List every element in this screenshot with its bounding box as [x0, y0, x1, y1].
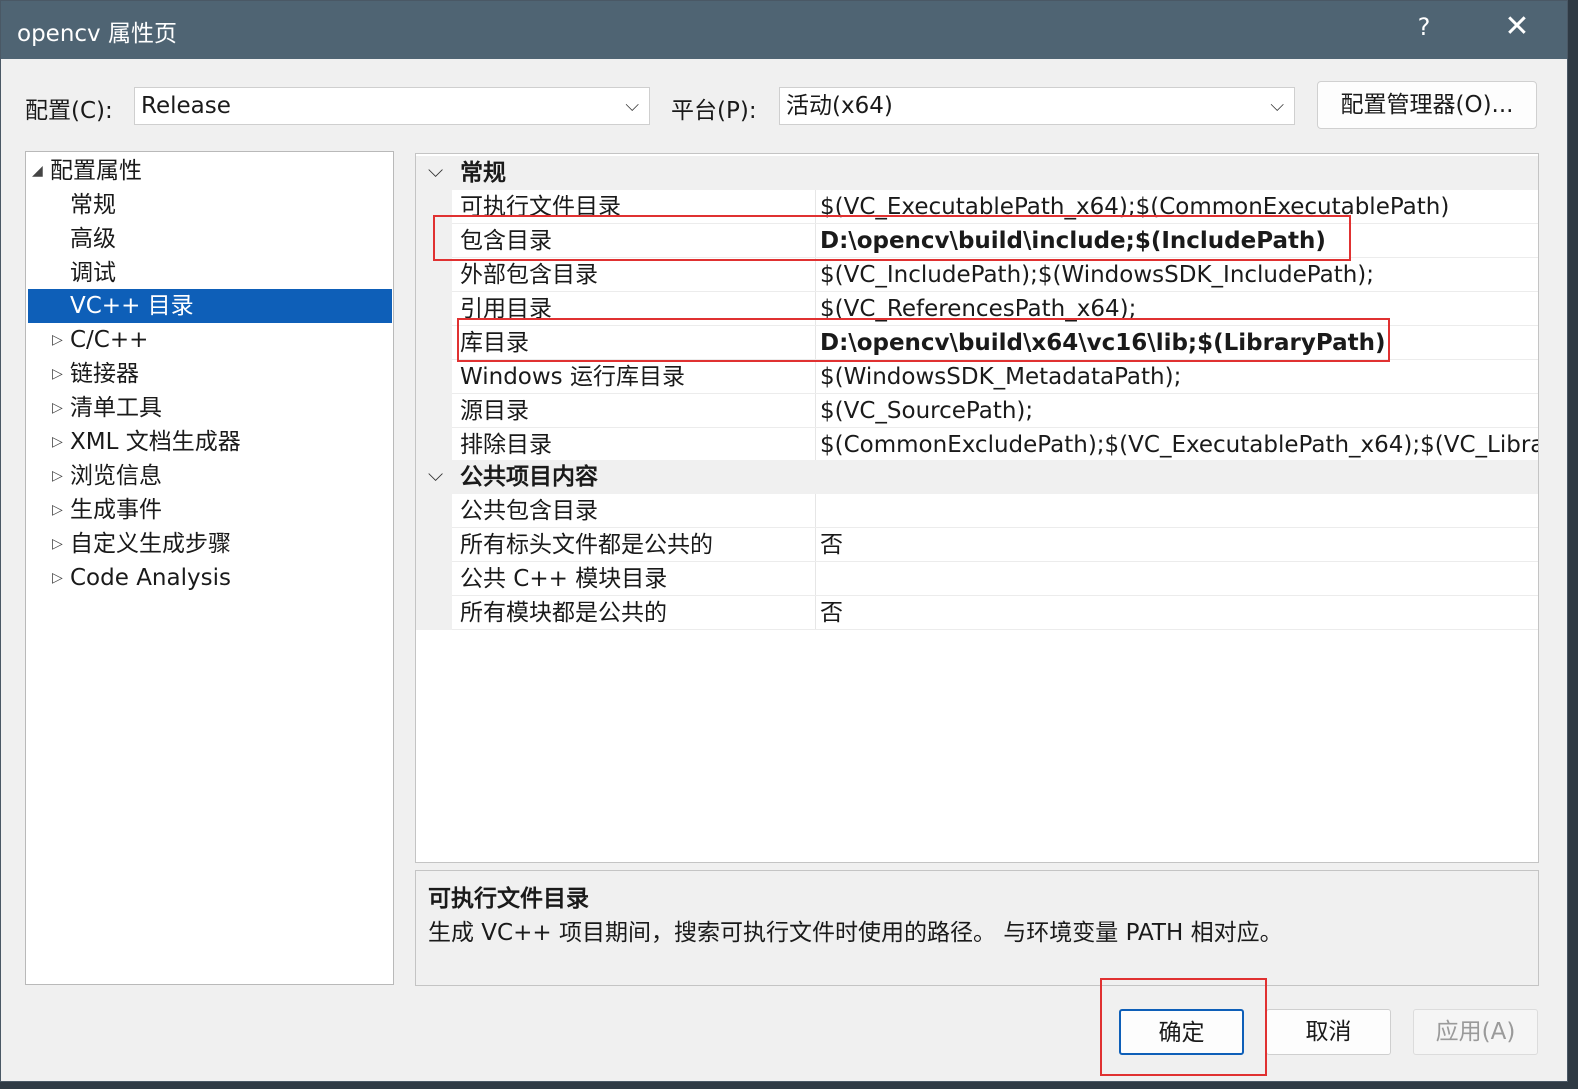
platform-dropdown[interactable]: 活动(x64) ⌵: [779, 87, 1295, 125]
collapsed-triangle-icon: ▷: [52, 400, 63, 416]
category-public-project-content[interactable]: ⌵ 公共项目内容: [416, 460, 1538, 494]
config-dropdown[interactable]: Release ⌵: [134, 87, 650, 125]
tree-item-c-cpp[interactable]: ▷ C/C++: [26, 323, 393, 357]
category-label: 常规: [460, 160, 506, 186]
description-title: 可执行文件目录: [428, 886, 589, 912]
config-manager-button[interactable]: 配置管理器(O)...: [1317, 81, 1537, 129]
apply-button[interactable]: 应用(A): [1413, 1009, 1538, 1055]
chevron-down-icon: ⌵: [428, 462, 444, 486]
property-tree: ◢ 配置属性 常规 高级 调试 VC++ 目录 ▷ C/C++ ▷ 链接器 ▷ …: [25, 151, 394, 985]
property-value: $(VC_IncludePath);$(WindowsSDK_IncludePa…: [820, 262, 1375, 288]
property-name: 外部包含目录: [460, 262, 598, 288]
tree-label: 配置属性: [50, 158, 142, 184]
tree-item-custom-build-step[interactable]: ▷ 自定义生成步骤: [26, 527, 393, 561]
tree-item-manifest-tool[interactable]: ▷ 清单工具: [26, 391, 393, 425]
collapsed-triangle-icon: ▷: [52, 536, 63, 552]
tree-label: 自定义生成步骤: [70, 531, 231, 557]
cancel-button[interactable]: 取消: [1266, 1009, 1391, 1055]
help-button[interactable]: ?: [1411, 13, 1437, 41]
property-name: 公共 C++ 模块目录: [460, 566, 668, 592]
property-value: $(CommonExcludePath);$(VC_ExecutablePath…: [820, 432, 1539, 458]
tree-label: Code Analysis: [70, 565, 231, 591]
property-row[interactable]: 所有模块都是公共的 否: [416, 596, 1538, 630]
tree-root-config-properties[interactable]: ◢ 配置属性: [26, 154, 393, 188]
property-name: 源目录: [460, 398, 529, 424]
collapsed-triangle-icon: ▷: [52, 434, 63, 450]
chevron-down-icon: ⌵: [428, 158, 444, 182]
category-label: 公共项目内容: [460, 464, 598, 490]
tree-item-build-events[interactable]: ▷ 生成事件: [26, 493, 393, 527]
tree-label: 清单工具: [70, 395, 162, 421]
property-row[interactable]: 公共包含目录: [416, 494, 1538, 528]
tree-label: XML 文档生成器: [70, 429, 241, 455]
property-value: $(WindowsSDK_MetadataPath);: [820, 364, 1182, 390]
highlight-library-dirs: [457, 318, 1390, 362]
property-row[interactable]: 外部包含目录 $(VC_IncludePath);$(WindowsSDK_In…: [416, 258, 1538, 292]
tree-label: 浏览信息: [70, 463, 162, 489]
collapsed-triangle-icon: ▷: [52, 502, 63, 518]
tree-label: VC++ 目录: [70, 293, 194, 319]
tree-label: 生成事件: [70, 497, 162, 523]
close-button[interactable]: ✕: [1501, 9, 1533, 44]
expanded-triangle-icon: ◢: [32, 163, 43, 179]
tree-label: C/C++: [70, 327, 149, 353]
title-bar: opencv 属性页 ? ✕: [1, 1, 1567, 59]
highlight-include-dirs: [433, 215, 1351, 261]
property-row[interactable]: Windows 运行库目录 $(WindowsSDK_MetadataPath)…: [416, 360, 1538, 394]
collapsed-triangle-icon: ▷: [52, 570, 63, 586]
tree-label: 常规: [70, 192, 116, 218]
chevron-down-icon: ⌵: [625, 95, 639, 116]
category-general[interactable]: ⌵ 常规: [416, 156, 1538, 190]
property-name: Windows 运行库目录: [460, 364, 685, 390]
property-value: 否: [820, 600, 843, 626]
tree-item-general[interactable]: 常规: [26, 188, 393, 222]
property-row[interactable]: 所有标头文件都是公共的 否: [416, 528, 1538, 562]
tree-label: 高级: [70, 226, 116, 252]
property-name: 所有模块都是公共的: [460, 600, 667, 626]
property-row[interactable]: 公共 C++ 模块目录: [416, 562, 1538, 596]
tree-item-xml-doc-generator[interactable]: ▷ XML 文档生成器: [26, 425, 393, 459]
tree-item-vc-directories[interactable]: VC++ 目录: [28, 289, 392, 323]
collapsed-triangle-icon: ▷: [52, 332, 63, 348]
property-pages-dialog: opencv 属性页 ? ✕ 配置(C): Release ⌵ 平台(P): 活…: [0, 0, 1568, 1082]
collapsed-triangle-icon: ▷: [52, 366, 63, 382]
tree-item-debugging[interactable]: 调试: [26, 256, 393, 290]
description-panel: 可执行文件目录 生成 VC++ 项目期间，搜索可执行文件时使用的路径。 与环境变…: [415, 870, 1539, 986]
property-value: $(VC_SourcePath);: [820, 398, 1034, 424]
property-value: 否: [820, 532, 843, 558]
tree-item-linker[interactable]: ▷ 链接器: [26, 357, 393, 391]
collapsed-triangle-icon: ▷: [52, 468, 63, 484]
tree-item-code-analysis[interactable]: ▷ Code Analysis: [26, 561, 393, 595]
platform-value: 活动(x64): [786, 93, 893, 119]
property-row[interactable]: 源目录 $(VC_SourcePath);: [416, 394, 1538, 428]
tree-item-advanced[interactable]: 高级: [26, 222, 393, 256]
tree-item-browse-info[interactable]: ▷ 浏览信息: [26, 459, 393, 493]
chevron-down-icon: ⌵: [1270, 95, 1284, 116]
config-label: 配置(C):: [25, 98, 113, 124]
description-text: 生成 VC++ 项目期间，搜索可执行文件时使用的路径。 与环境变量 PATH 相…: [428, 920, 1283, 946]
window-title: opencv 属性页: [17, 21, 177, 47]
highlight-ok-button: [1100, 978, 1267, 1076]
property-name: 所有标头文件都是公共的: [460, 532, 713, 558]
property-name: 公共包含目录: [460, 498, 598, 524]
platform-label: 平台(P):: [671, 98, 757, 124]
property-row[interactable]: 排除目录 $(CommonExcludePath);$(VC_Executabl…: [416, 428, 1539, 462]
tree-label: 链接器: [70, 361, 139, 387]
tree-label: 调试: [70, 260, 116, 286]
property-name: 排除目录: [460, 432, 552, 458]
config-value: Release: [141, 93, 231, 119]
